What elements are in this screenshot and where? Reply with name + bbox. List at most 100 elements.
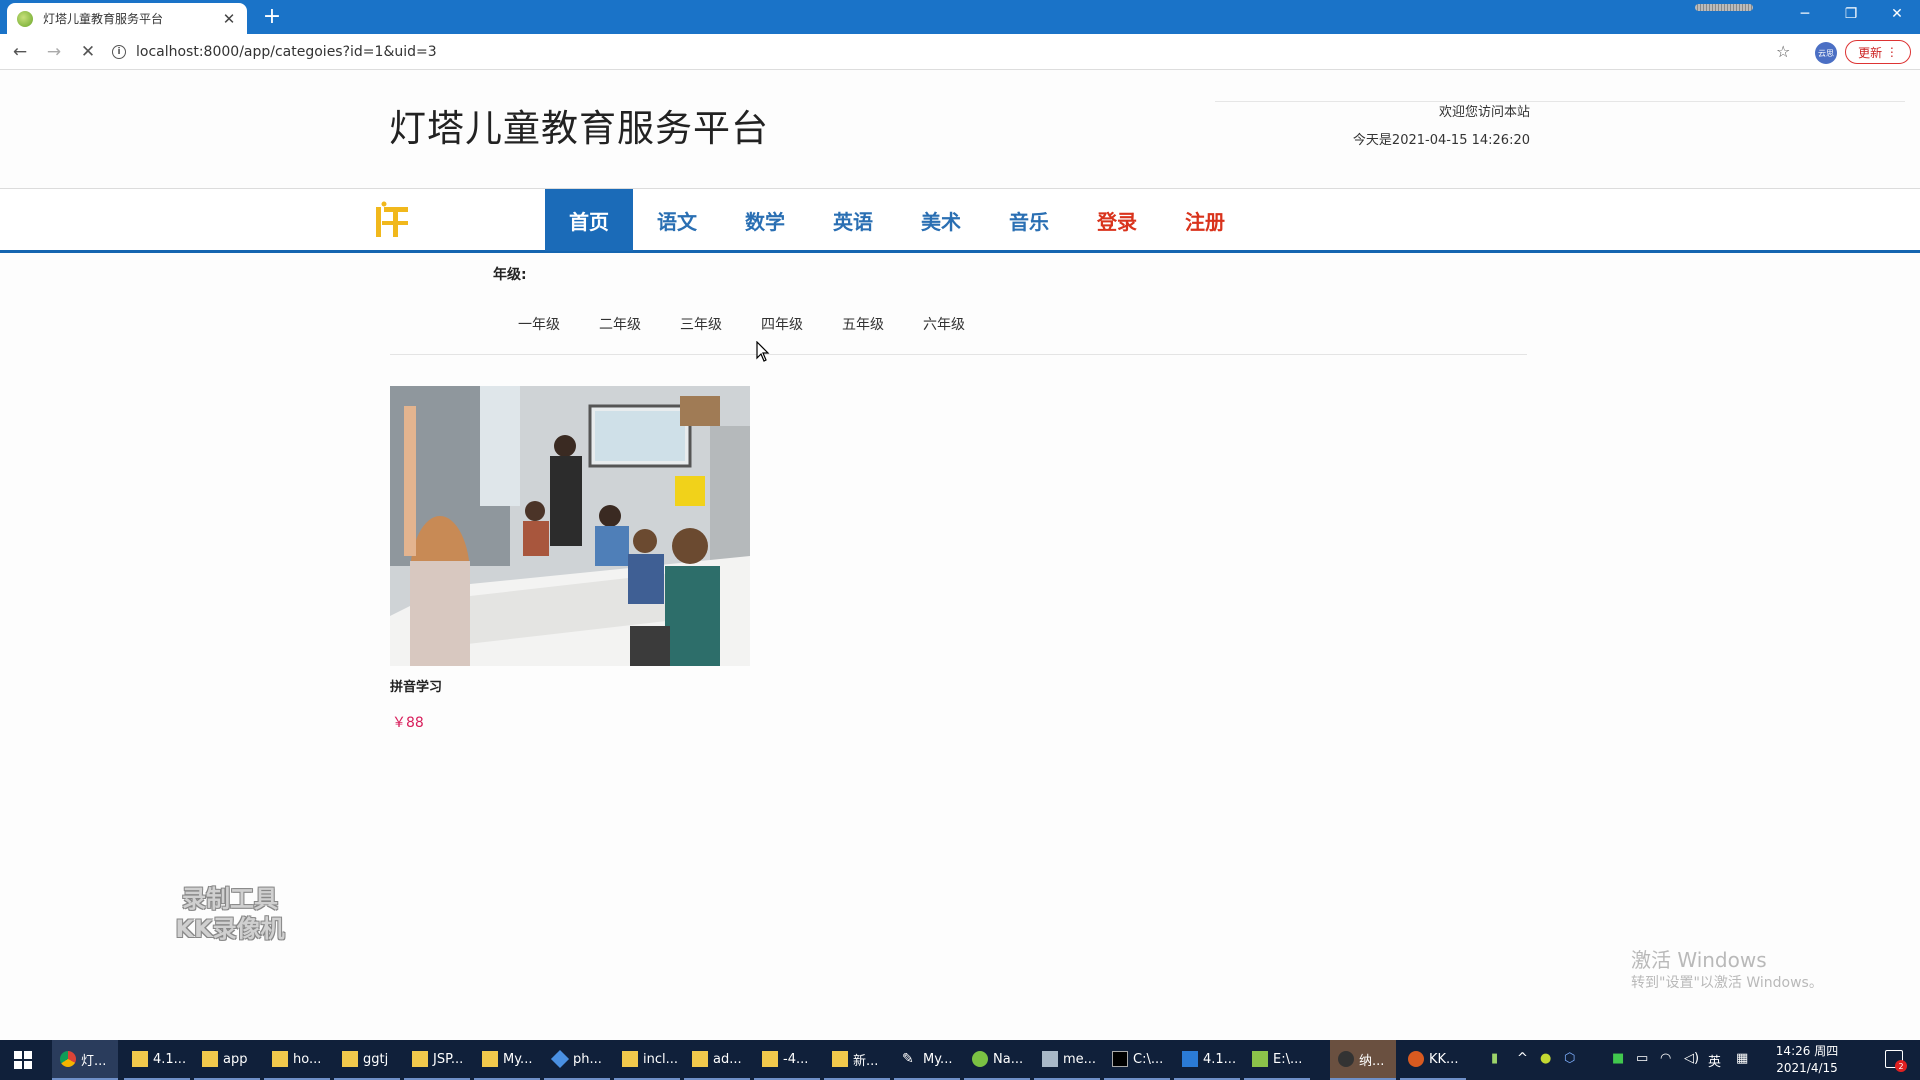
product-price: ￥88 — [392, 715, 424, 731]
taskbar-app-na[interactable]: 纳... — [1330, 1040, 1396, 1080]
taskbar-label: 灯... — [81, 1053, 107, 1069]
taskbar-label: My... — [923, 1051, 953, 1067]
update-button[interactable]: 更新 ⋮ — [1845, 40, 1911, 64]
recorder-watermark: 录制工具 KK录像机 — [160, 884, 300, 944]
bookmark-star-icon[interactable]: ☆ — [1776, 42, 1790, 61]
folder-icon — [482, 1051, 498, 1067]
folder-icon — [342, 1051, 358, 1067]
folder-icon — [622, 1051, 638, 1067]
tray-green-icon[interactable]: ■ — [1612, 1051, 1624, 1066]
taskbar-folder-ad[interactable]: ad... — [684, 1040, 750, 1080]
tab-title: 灯塔儿童教育服务平台 — [43, 12, 164, 26]
ime-indicator[interactable]: 英 — [1708, 1051, 1721, 1070]
grade-link-1[interactable]: 一年级 — [518, 314, 560, 334]
main-nav: 首页 语文 数学 英语 美术 音乐 登录 注册 — [0, 188, 1920, 253]
grade-link-4[interactable]: 四年级 — [761, 314, 803, 334]
grade-link-3[interactable]: 三年级 — [680, 314, 722, 334]
taskbar-label: 4.1... — [1203, 1051, 1237, 1067]
taskbar-chrome[interactable]: 灯... — [52, 1040, 118, 1080]
minimize-button[interactable]: ─ — [1782, 0, 1828, 28]
grade-link-2[interactable]: 二年级 — [599, 314, 641, 334]
profile-avatar[interactable]: 云思 — [1815, 42, 1837, 64]
tray-app-icon[interactable]: ● — [1540, 1051, 1551, 1066]
grade-link-5[interactable]: 五年级 — [842, 314, 884, 334]
taskbar-label: ho... — [293, 1051, 322, 1067]
chrome-icon — [60, 1051, 76, 1067]
taskbar-cmd[interactable]: C:\... — [1104, 1040, 1170, 1080]
printer-icon — [1042, 1051, 1058, 1067]
taskbar-mysql[interactable]: ✎ My... — [894, 1040, 960, 1080]
navicat-icon — [972, 1051, 988, 1067]
forward-button[interactable]: → — [40, 38, 68, 66]
folder-icon — [272, 1051, 288, 1067]
notification-badge: 2 — [1895, 1060, 1907, 1072]
windows-logo-icon — [14, 1051, 32, 1069]
taskbar-folder-incl[interactable]: incl... — [614, 1040, 680, 1080]
watermark-line2: KK录像机 — [175, 915, 285, 943]
nav-chinese[interactable]: 语文 — [633, 189, 721, 251]
tray-expand-icon[interactable]: ^ — [1517, 1051, 1528, 1066]
taskbar-folder-41[interactable]: 4.1... — [124, 1040, 190, 1080]
network-icon[interactable]: ◠ — [1660, 1051, 1671, 1066]
browser-tab[interactable]: 灯塔儿童教育服务平台 ✕ — [7, 3, 247, 34]
site-info-icon[interactable]: i — [112, 45, 126, 59]
nav-home[interactable]: 首页 — [545, 189, 633, 251]
taskbar-folder-new[interactable]: 新... — [824, 1040, 890, 1080]
stop-loading-button[interactable]: ✕ — [74, 38, 102, 66]
start-button[interactable] — [0, 1040, 46, 1080]
taskbar-folder-ggtj[interactable]: ggtj — [334, 1040, 400, 1080]
new-tab-button[interactable]: + — [260, 5, 284, 29]
close-window-button[interactable]: ✕ — [1874, 0, 1920, 28]
nav-login[interactable]: 登录 — [1073, 189, 1161, 251]
taskbar-folder-4[interactable]: -4... — [754, 1040, 820, 1080]
recorder-icon — [1408, 1051, 1424, 1067]
url-text: localhost:8000/app/categoies?id=1&uid=3 — [136, 44, 437, 60]
taskbar-folder-app[interactable]: app — [194, 1040, 260, 1080]
notification-center-icon[interactable]: 2 — [1885, 1050, 1907, 1072]
address-bar: ← → ✕ i localhost:8000/app/categoies?id=… — [0, 34, 1920, 70]
product-image[interactable] — [390, 386, 750, 666]
site-title: 灯塔儿童教育服务平台 — [389, 107, 769, 150]
nav-math[interactable]: 数学 — [721, 189, 809, 251]
code-editor-icon — [1182, 1051, 1198, 1067]
taskbar-folder-jsp[interactable]: JSP... — [404, 1040, 470, 1080]
windows-taskbar: 灯... 4.1... app ho... ggtj JSP... My... … — [0, 1040, 1920, 1080]
taskbar-navicat[interactable]: Na... — [964, 1040, 1030, 1080]
notepad-icon — [1252, 1051, 1268, 1067]
clock-date: 2021/4/15 — [1776, 1061, 1838, 1075]
taskbar-clock[interactable]: 14:26 周四 2021/4/15 — [1772, 1043, 1842, 1077]
product-name[interactable]: 拼音学习 — [390, 676, 442, 695]
tab-close-icon[interactable]: ✕ — [221, 10, 237, 28]
taskbar-me[interactable]: me... — [1034, 1040, 1100, 1080]
taskbar-label: -4... — [783, 1051, 809, 1067]
taskbar-label: ph... — [573, 1051, 602, 1067]
taskbar-label: Na... — [993, 1051, 1024, 1067]
nav-english[interactable]: 英语 — [809, 189, 897, 251]
taskbar-notepad[interactable]: E:\... — [1244, 1040, 1310, 1080]
avatar-icon — [1338, 1051, 1354, 1067]
browser-tabstrip: 灯塔儿童教育服务平台 ✕ + ─ ❐ ✕ — [0, 0, 1920, 34]
battery-icon[interactable]: ▮ — [1491, 1051, 1498, 1066]
security-icon[interactable]: ⬡ — [1564, 1051, 1575, 1066]
keyboard-grid-icon[interactable]: ▦ — [1736, 1051, 1748, 1066]
nav-music[interactable]: 音乐 — [985, 189, 1073, 251]
volume-icon[interactable]: ◁) — [1684, 1051, 1699, 1066]
taskbar-folder-my[interactable]: My... — [474, 1040, 540, 1080]
url-field[interactable]: i localhost:8000/app/categoies?id=1&uid=… — [112, 39, 1792, 65]
taskbar-kk-recorder[interactable]: KK... — [1400, 1040, 1466, 1080]
nav-register[interactable]: 注册 — [1161, 189, 1249, 251]
taskbar-label: ad... — [713, 1051, 742, 1067]
display-icon[interactable]: ▭ — [1636, 1051, 1648, 1066]
taskbar-phpstorm[interactable]: ph... — [544, 1040, 610, 1080]
taskbar-vscode[interactable]: 4.1... — [1174, 1040, 1240, 1080]
taskbar-folder-ho[interactable]: ho... — [264, 1040, 330, 1080]
nav-art[interactable]: 美术 — [897, 189, 985, 251]
restore-button[interactable]: ❐ — [1828, 0, 1874, 28]
taskbar-label: 4.1... — [153, 1051, 187, 1067]
window-drag-handle[interactable] — [1695, 4, 1753, 11]
taskbar-label: My... — [503, 1051, 533, 1067]
grade-link-6[interactable]: 六年级 — [923, 314, 965, 334]
mouse-cursor-icon — [756, 341, 770, 362]
activate-windows-subtitle: 转到"设置"以激活 Windows。 — [1631, 975, 1823, 991]
back-button[interactable]: ← — [6, 38, 34, 66]
